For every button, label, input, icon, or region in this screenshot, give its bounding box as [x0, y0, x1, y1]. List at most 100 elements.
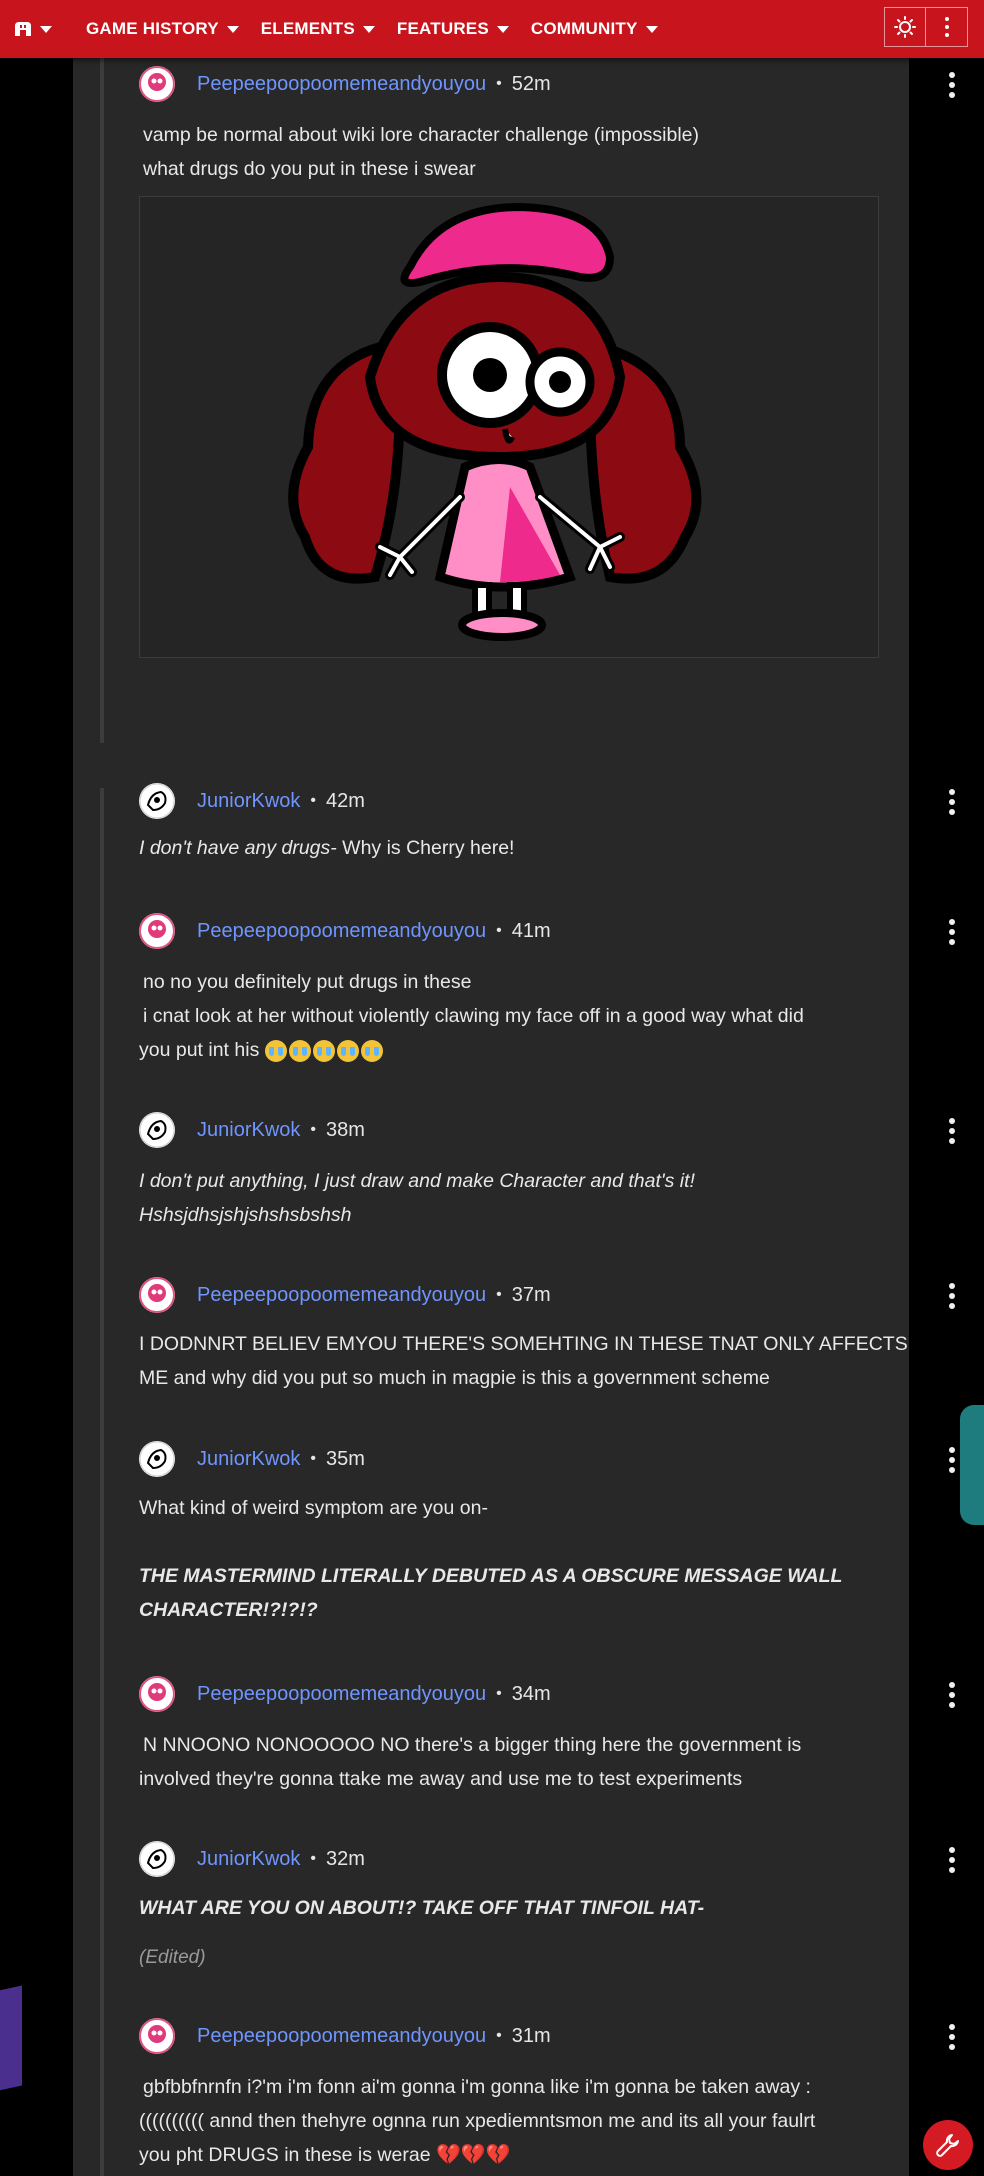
timestamp: 32m: [326, 1847, 365, 1870]
nav-game-history[interactable]: GAME HISTORY: [86, 19, 239, 39]
comment: Peepeepoopoomemeandyouyou • 31m gbfbbfnr…: [139, 2016, 955, 2172]
thread-line: [100, 58, 104, 743]
comment-text: Hshsjdhsjshjshshsbshsh: [139, 1204, 352, 1226]
avatar[interactable]: [139, 913, 175, 949]
comment-options-button[interactable]: [949, 1847, 955, 1873]
username-link[interactable]: JuniorKwok: [197, 1119, 300, 1142]
avatar[interactable]: [139, 1676, 175, 1712]
comment-options-button[interactable]: [949, 72, 955, 98]
username-link[interactable]: JuniorKwok: [197, 790, 300, 813]
avatar[interactable]: [139, 2018, 175, 2054]
avatar[interactable]: [139, 1277, 175, 1313]
separator-dot: •: [310, 1850, 316, 1867]
username-link[interactable]: Peepeepoopoomemeandyouyou: [197, 73, 486, 96]
comment-text: you pht DRUGS in these is werae 💔💔💔: [139, 2138, 955, 2172]
user-avatar-icon: [139, 1112, 175, 1148]
separator-dot: •: [310, 792, 316, 809]
username-link[interactable]: Peepeepoopoomemeandyouyou: [197, 1284, 486, 1307]
more-menu-button[interactable]: [926, 7, 968, 47]
comment-options-button[interactable]: [949, 1283, 955, 1309]
nav-community[interactable]: COMMUNITY: [531, 19, 658, 39]
user-avatar-icon: [139, 1676, 175, 1712]
comment-options-button[interactable]: [949, 1118, 955, 1144]
chevron-down-icon: [226, 25, 239, 33]
tools-button[interactable]: [923, 2120, 973, 2170]
comment: JuniorKwok • 32m WHAT ARE YOU ON ABOUT!?…: [139, 1839, 955, 1969]
comments-panel: Peepeepoopoomemeandyouyou • 52m vamp be …: [73, 58, 955, 2176]
user-avatar-icon: [139, 1441, 175, 1477]
wiki-logo[interactable]: [14, 21, 52, 37]
nav-label: FEATURES: [396, 19, 489, 38]
separator-dot: •: [496, 75, 502, 92]
timestamp: 31m: [511, 2024, 551, 2047]
comment: Peepeepoopoomemeandyouyou • 34m N NNOONO…: [139, 1674, 955, 1796]
chevron-down-icon: [645, 25, 658, 33]
comment-text: involved they're gonna ttake me away and…: [139, 1768, 743, 1790]
comment-text: N NNOONO NONOOOOO NO there's a bigger th…: [143, 1734, 802, 1756]
comment-text: i cnat look at her without violently cla…: [143, 1005, 804, 1027]
comment: Peepeepoopoomemeandyouyou • 37m I DODNNR…: [139, 1275, 955, 1395]
comment: JuniorKwok • 42m I don't have any drugs-…: [139, 781, 955, 865]
background-decoration: [0, 1985, 22, 2095]
chevron-down-icon: [40, 25, 52, 33]
username-link[interactable]: Peepeepoopoomemeandyouyou: [197, 2025, 486, 2048]
nav-elements[interactable]: ELEMENTS: [261, 19, 375, 39]
comment-options-button[interactable]: [949, 1447, 955, 1473]
theme-toggle-button[interactable]: [884, 7, 926, 47]
avatar[interactable]: [139, 1841, 175, 1877]
chevron-down-icon: [362, 25, 375, 33]
avatar[interactable]: [139, 1112, 175, 1148]
nav-features[interactable]: FEATURES: [397, 19, 509, 39]
timestamp: 34m: [511, 1682, 551, 1705]
username-link[interactable]: Peepeepoopoomemeandyouyou: [197, 1683, 486, 1706]
comment-text: THE MASTERMIND LITERALLY DEBUTED AS A OB…: [139, 1565, 843, 1587]
comment-text: What kind of weird symptom are you on-: [139, 1497, 488, 1519]
comment-text: I DODNNRT BELIEV EMYOU THERE'S SOMEHTING…: [139, 1333, 908, 1355]
comment-options-button[interactable]: [949, 789, 955, 815]
loudly-crying-face-icon: [312, 1039, 335, 1062]
edited-label: (Edited): [139, 1947, 206, 1968]
user-avatar-icon: [139, 783, 175, 819]
avatar[interactable]: [139, 1441, 175, 1477]
thread-line: [100, 788, 104, 2176]
comment: JuniorKwok • 35m What kind of weird symp…: [139, 1439, 955, 1627]
username-link[interactable]: JuniorKwok: [197, 1448, 300, 1471]
timestamp: 42m: [326, 789, 365, 812]
comment: Peepeepoopoomemeandyouyou • 52m vamp be …: [139, 64, 955, 658]
username-link[interactable]: Peepeepoopoomemeandyouyou: [197, 920, 486, 943]
loudly-crying-face-icon: [336, 1039, 359, 1062]
nav-label: ELEMENTS: [260, 19, 355, 38]
comment-options-button[interactable]: [949, 919, 955, 945]
comment-text: I don't put anything, I just draw and ma…: [139, 1170, 695, 1192]
timestamp: 38m: [326, 1118, 365, 1141]
comment-options-button[interactable]: [949, 2024, 955, 2050]
loudly-crying-face-icon: [360, 1039, 383, 1062]
avatar[interactable]: [139, 783, 175, 819]
timestamp: 41m: [511, 919, 551, 942]
comment-text: I don't have any drugs- Why is Cherry he…: [139, 831, 955, 865]
timestamp: 52m: [511, 72, 551, 95]
crying-emoji-group: [264, 1039, 383, 1062]
wrench-icon: [936, 2134, 959, 2157]
sun-icon: [894, 16, 916, 38]
user-avatar-icon: [139, 1277, 175, 1313]
separator-dot: •: [496, 1685, 502, 1702]
comment: Peepeepoopoomemeandyouyou • 41m no no yo…: [139, 911, 955, 1067]
loudly-crying-face-icon: [288, 1039, 311, 1062]
separator-dot: •: [496, 1286, 502, 1303]
username-link[interactable]: JuniorKwok: [197, 1848, 300, 1871]
broken-heart-icon: 💔: [485, 2144, 511, 2166]
separator-dot: •: [496, 922, 502, 939]
cherry-character-drawing: [288, 202, 702, 641]
avatar[interactable]: [139, 66, 175, 102]
user-avatar-icon: [139, 2018, 175, 2054]
nav-label: GAME HISTORY: [86, 19, 219, 38]
comment-options-button[interactable]: [949, 1682, 955, 1708]
comment-line: you pht DRUGS in these is werae: [139, 2144, 431, 2166]
comment-plain-text: Why is Cherry here!: [336, 837, 515, 859]
comment-italic-text: I don't have any drugs-: [139, 837, 337, 859]
timestamp: 37m: [511, 1283, 551, 1306]
separator-dot: •: [310, 1121, 316, 1138]
comment-image[interactable]: [139, 196, 879, 658]
comment-text: what drugs do you put in these i swear: [143, 158, 476, 180]
